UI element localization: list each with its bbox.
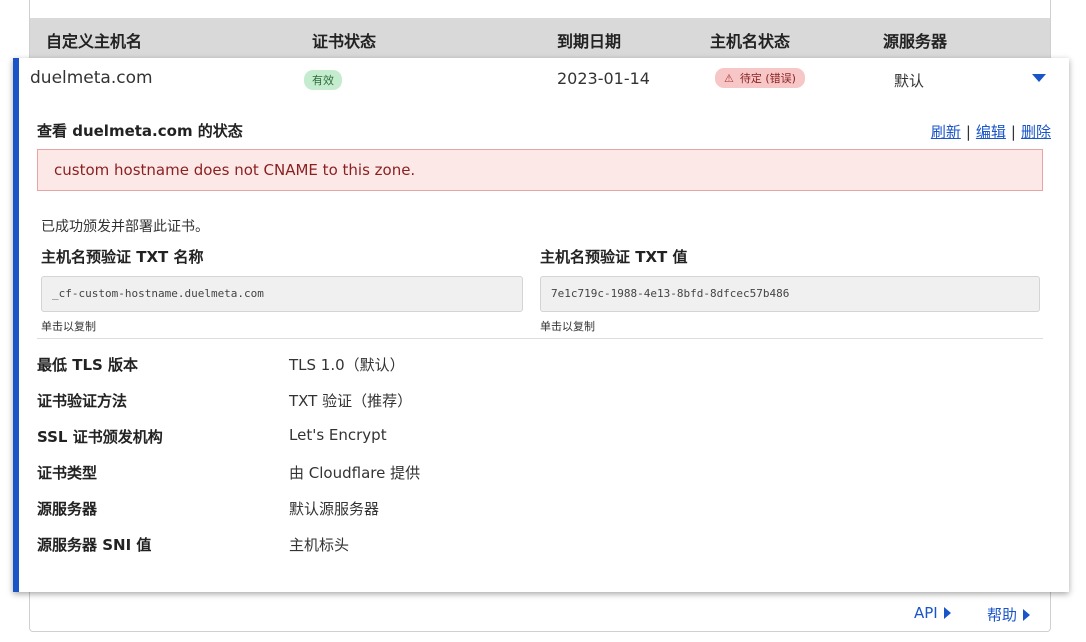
ssl-ca-label: SSL 证书颁发机构	[37, 428, 163, 446]
caret-right-icon	[943, 607, 951, 619]
cert-type-value: 由 Cloudflare 提供	[289, 464, 421, 482]
origin-server-label: 源服务器	[37, 500, 98, 518]
api-link[interactable]: API	[914, 604, 951, 622]
warning-triangle-icon: ⚠	[724, 72, 734, 85]
api-link-label: API	[914, 604, 938, 622]
origin-sni-label: 源服务器 SNI 值	[37, 536, 152, 554]
row-hostname: duelmeta.com	[30, 68, 153, 88]
separator: |	[1010, 123, 1016, 141]
help-link[interactable]: 帮助	[987, 604, 1031, 625]
column-header-cert-status: 证书状态	[312, 32, 377, 51]
min-tls-label: 最低 TLS 版本	[37, 356, 139, 374]
txt-value-field[interactable]: 7e1c719c-1988-4e13-8bfd-8dfcec57b486	[540, 276, 1040, 312]
divider	[37, 338, 1043, 339]
txt-name-value: _cf-custom-hostname.duelmeta.com	[52, 287, 264, 300]
edit-link[interactable]: 编辑	[976, 123, 1006, 141]
expanded-hostname-row: duelmeta.com 有效 2023-01-14 ⚠ 待定 (错误) 默认 查…	[13, 58, 1069, 592]
deploy-message: 已成功颁发并部署此证书。	[41, 219, 209, 235]
help-link-label: 帮助	[987, 606, 1018, 624]
status-title: 查看 duelmeta.com 的状态	[37, 122, 243, 140]
min-tls-value: TLS 1.0（默认）	[289, 356, 405, 374]
txt-name-label: 主机名预验证 TXT 名称	[41, 248, 204, 266]
hostname-status-badge: ⚠ 待定 (错误)	[715, 68, 805, 88]
validation-method-label: 证书验证方法	[37, 392, 128, 410]
error-alert: custom hostname does not CNAME to this z…	[37, 149, 1043, 191]
column-header-hostname-status: 主机名状态	[710, 32, 791, 51]
cert-type-label: 证书类型	[37, 464, 98, 482]
row-expiry-date: 2023-01-14	[557, 69, 650, 88]
txt-value-copy-hint: 单击以复制	[540, 320, 595, 333]
separator: |	[965, 123, 971, 141]
txt-value-label: 主机名预验证 TXT 值	[540, 248, 688, 266]
origin-sni-value: 主机标头	[289, 536, 350, 554]
txt-name-copy-hint: 单击以复制	[41, 320, 96, 333]
validation-method-value: TXT 验证（推荐）	[289, 392, 413, 410]
caret-down-icon[interactable]	[1032, 74, 1046, 82]
column-header-origin: 源服务器	[883, 32, 948, 51]
refresh-link[interactable]: 刷新	[931, 123, 961, 141]
txt-name-field[interactable]: _cf-custom-hostname.duelmeta.com	[41, 276, 523, 312]
cert-status-badge: 有效	[304, 70, 342, 90]
ssl-ca-value: Let's Encrypt	[289, 426, 387, 444]
column-header-hostname: 自定义主机名	[46, 32, 143, 51]
row-origin: 默认	[894, 72, 925, 90]
origin-server-value: 默认源服务器	[289, 500, 380, 518]
column-header-expiry: 到期日期	[557, 32, 622, 51]
table-header: 自定义主机名 证书状态 到期日期 主机名状态 源服务器	[30, 18, 1050, 58]
delete-link[interactable]: 删除	[1021, 123, 1051, 141]
caret-right-icon	[1023, 609, 1031, 621]
error-message: custom hostname does not CNAME to this z…	[54, 161, 416, 179]
row-actions: 刷新 | 编辑 | 删除	[931, 121, 1051, 142]
hostname-status-text: 待定 (错误)	[739, 72, 796, 85]
txt-value-value: 7e1c719c-1988-4e13-8bfd-8dfcec57b486	[551, 287, 790, 300]
